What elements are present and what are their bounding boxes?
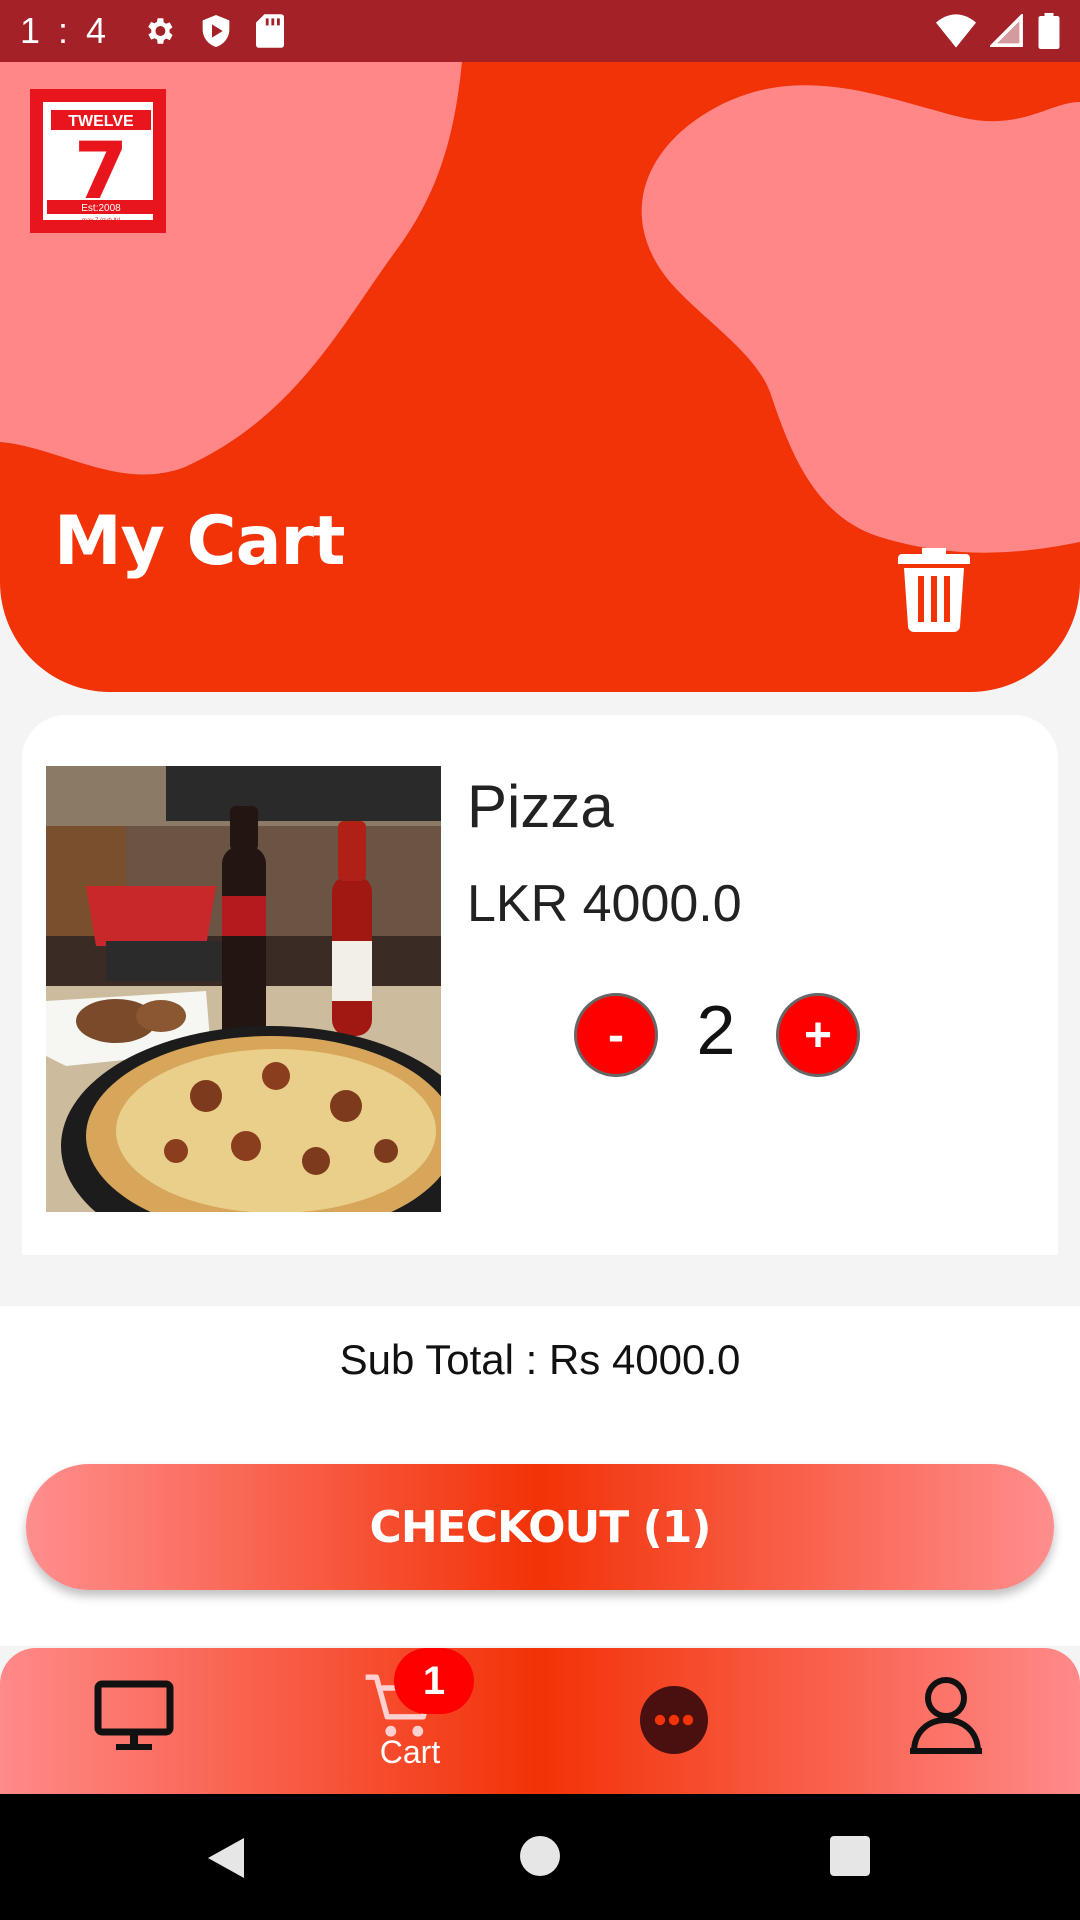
cell-signal-icon <box>990 14 1023 47</box>
status-time: 1 : 4 <box>20 10 111 51</box>
decrease-quantity-button[interactable]: - <box>574 993 658 1077</box>
status-right-icons <box>936 13 1060 49</box>
nav-home[interactable] <box>90 1648 180 1794</box>
cart-screen: 1 : 4 TWELVE 7 Est:2008 may 7 (pvt) ltd … <box>0 0 1080 1920</box>
minus-label: - <box>608 1008 624 1062</box>
item-price: LKR 4000.0 <box>467 875 742 933</box>
item-name: Pizza <box>467 773 614 840</box>
back-icon[interactable] <box>204 1834 248 1882</box>
status-left-icons <box>142 13 285 49</box>
pizza-photo <box>46 766 441 1212</box>
home-icon[interactable] <box>520 1836 560 1876</box>
sd-card-icon <box>256 14 285 48</box>
cart-badge: 1 <box>394 1648 474 1714</box>
logo-established: Est:2008 <box>81 203 121 214</box>
more-icon <box>640 1686 708 1754</box>
shield-play-icon <box>202 15 230 47</box>
status-bar: 1 : 4 <box>0 0 1080 62</box>
quantity-value: 2 <box>696 991 736 1069</box>
nav-profile[interactable] <box>906 1648 986 1794</box>
battery-icon <box>1038 13 1060 49</box>
profile-icon <box>910 1677 982 1754</box>
cart-label: Cart <box>379 1734 441 1770</box>
monitor-icon <box>94 1680 174 1750</box>
item-image <box>46 766 441 1212</box>
twelve-seven-logo: TWELVE 7 Est:2008 may 7 (pvt) ltd <box>47 110 155 224</box>
settings-icon <box>148 18 173 44</box>
increase-quantity-button[interactable]: + <box>776 993 860 1077</box>
checkout-button[interactable]: CHECKOUT (1) <box>26 1464 1054 1590</box>
wifi-icon <box>936 14 976 48</box>
recents-icon[interactable] <box>830 1836 870 1876</box>
plus-label: + <box>803 1008 833 1062</box>
nav-more[interactable] <box>636 1648 712 1794</box>
system-nav-bar <box>0 1794 1080 1920</box>
trash-icon[interactable] <box>898 548 970 632</box>
subtotal-text: Sub Total : Rs 4000.0 <box>339 1336 741 1383</box>
brand-logo: TWELVE 7 Est:2008 may 7 (pvt) ltd <box>30 89 166 233</box>
bottom-nav: Cart <box>0 1648 1080 1794</box>
logo-company: may 7 (pvt) ltd <box>82 218 120 224</box>
page-title: My Cart <box>54 502 345 581</box>
